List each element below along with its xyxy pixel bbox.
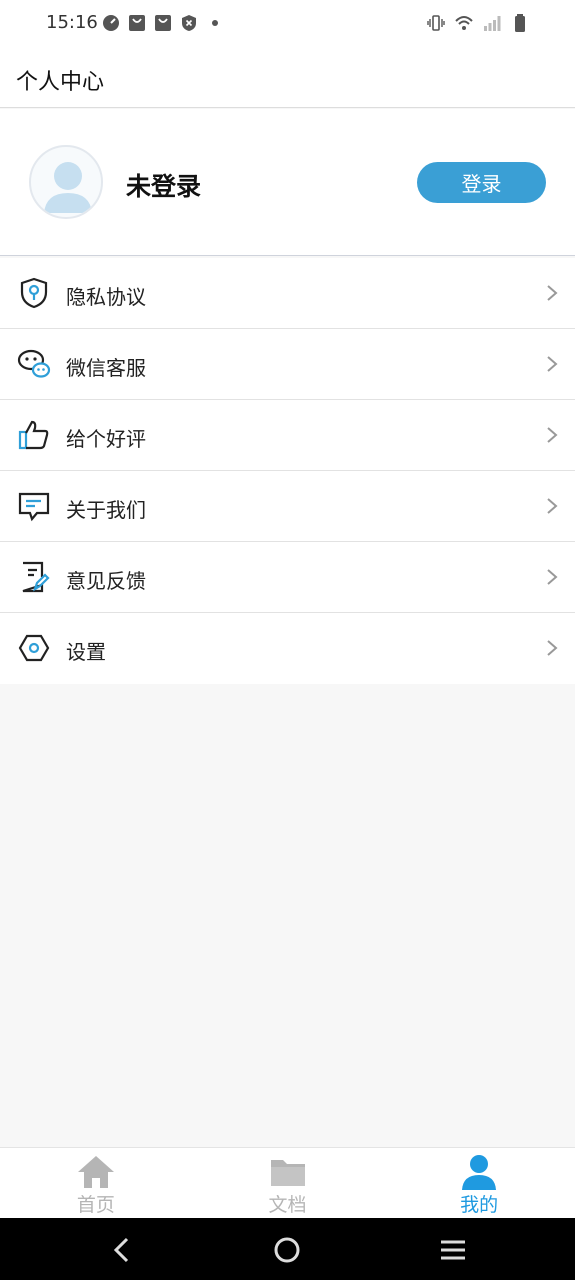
- chevron-right-icon: [547, 427, 558, 443]
- thumbs-up-icon: [18, 420, 49, 450]
- status-bar: 15:16: [0, 0, 575, 46]
- folder-icon: [270, 1160, 305, 1186]
- vibrate-icon: [427, 15, 445, 31]
- page-header: 个人中心: [0, 46, 575, 108]
- status-time: 15:16: [46, 12, 98, 33]
- back-icon[interactable]: [106, 1234, 138, 1266]
- feedback-icon: [22, 561, 50, 593]
- shopping-bag-icon: [155, 15, 171, 31]
- user-icon: [462, 1155, 497, 1190]
- message-icon: [18, 492, 50, 522]
- dot-icon: [212, 20, 218, 26]
- menu-item-privacy[interactable]: 隐私协议: [0, 258, 575, 329]
- page-title: 个人中心: [16, 70, 105, 95]
- system-icons: [427, 14, 529, 32]
- tab-label: 我的: [460, 1194, 499, 1216]
- battery-icon: [515, 14, 525, 32]
- bottom-tab-bar: 首页 文档 我的: [0, 1147, 575, 1218]
- menu-item-rate[interactable]: 给个好评: [0, 400, 575, 471]
- menu-item-about[interactable]: 关于我们: [0, 471, 575, 542]
- avatar[interactable]: [29, 145, 103, 219]
- profile-name: 未登录: [126, 172, 202, 201]
- tab-home[interactable]: 首页: [0, 1148, 192, 1218]
- chevron-right-icon: [547, 498, 558, 514]
- chevron-right-icon: [547, 356, 558, 372]
- menu-item-label: 关于我们: [66, 498, 146, 522]
- notification-icons: [102, 14, 224, 32]
- menu-icon[interactable]: [437, 1234, 469, 1266]
- menu-item-label: 设置: [66, 640, 106, 664]
- system-nav-bar: [0, 1218, 575, 1280]
- signal-icon: [484, 16, 501, 31]
- tab-label: 文档: [268, 1194, 307, 1216]
- chevron-right-icon: [547, 569, 558, 585]
- settings-icon: [18, 634, 50, 662]
- shield-x-icon: [182, 15, 196, 31]
- speedometer-icon: [103, 15, 119, 31]
- menu-item-label: 给个好评: [66, 427, 146, 451]
- profile-card: 未登录 登录: [0, 109, 575, 256]
- menu-list: 隐私协议 微信客服 给个好评 关于我们 意见反馈 设置: [0, 258, 575, 684]
- menu-item-label: 隐私协议: [66, 285, 146, 309]
- home-icon: [77, 1156, 114, 1188]
- chevron-right-icon: [547, 285, 558, 301]
- tab-mine[interactable]: 我的: [383, 1148, 575, 1218]
- home-circle-icon[interactable]: [271, 1234, 303, 1266]
- menu-item-feedback[interactable]: 意见反馈: [0, 542, 575, 613]
- menu-item-label: 微信客服: [66, 356, 146, 380]
- wechat-icon: [17, 349, 51, 378]
- user-placeholder-icon: [44, 162, 92, 213]
- wifi-icon: [455, 16, 473, 30]
- shield-icon: [20, 277, 48, 309]
- menu-item-wechat-service[interactable]: 微信客服: [0, 329, 575, 400]
- login-button[interactable]: 登录: [417, 162, 546, 203]
- tab-label: 首页: [76, 1194, 115, 1216]
- chevron-right-icon: [547, 640, 558, 656]
- tab-documents[interactable]: 文档: [192, 1148, 384, 1218]
- shopping-bag-icon: [129, 15, 145, 31]
- menu-item-label: 意见反馈: [66, 569, 146, 593]
- menu-item-settings[interactable]: 设置: [0, 613, 575, 684]
